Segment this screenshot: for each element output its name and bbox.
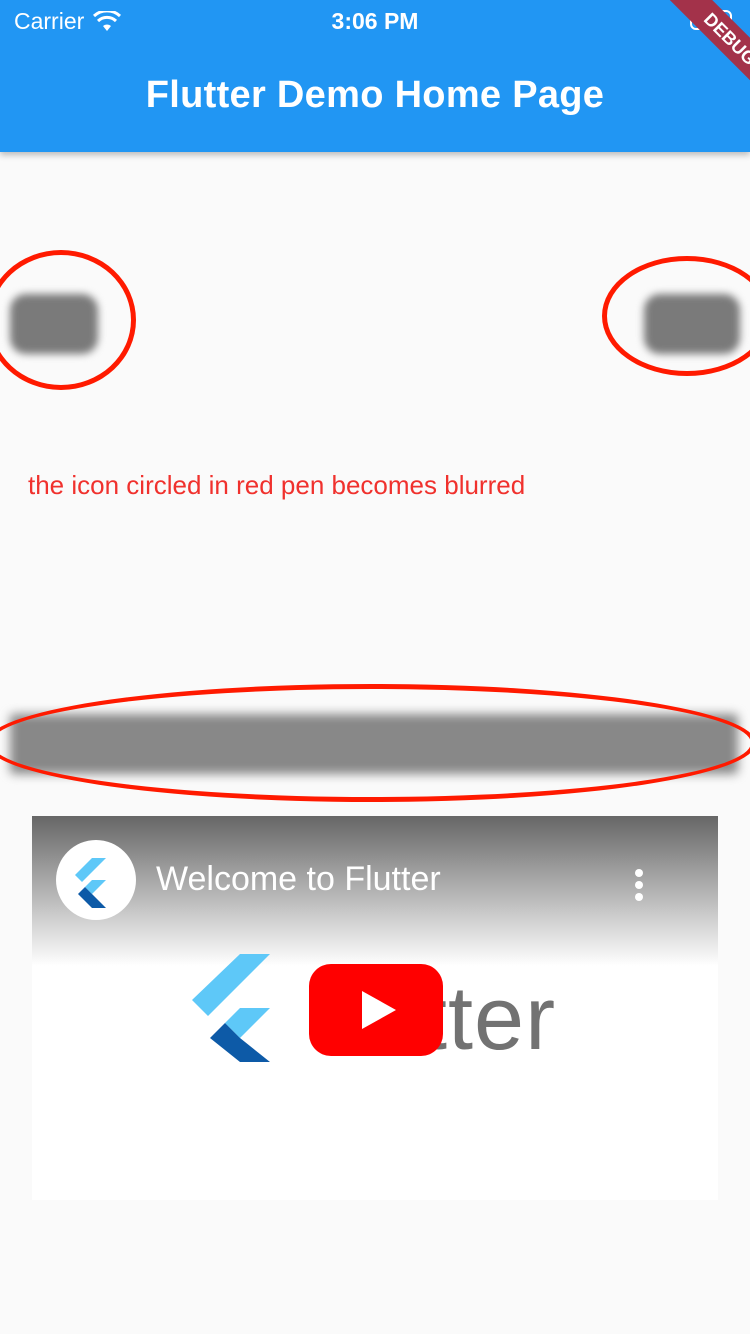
- channel-avatar[interactable]: [56, 840, 136, 920]
- status-time: 3:06 PM: [331, 8, 419, 34]
- youtube-play-icon: [362, 991, 396, 1029]
- annotation-circle-right: [602, 256, 750, 376]
- page-title: Flutter Demo Home Page: [145, 74, 605, 116]
- more-vert-icon[interactable]: [632, 868, 646, 902]
- flutter-logo-icon: [192, 954, 270, 1062]
- youtube-play-button[interactable]: [309, 964, 443, 1056]
- annotation-ellipse-bar: [0, 684, 750, 802]
- annotation-note: the icon circled in red pen becomes blur…: [28, 470, 526, 500]
- annotation-circle-left: [0, 250, 136, 390]
- video-player[interactable]: Welcome to Flutter tter: [32, 816, 718, 1200]
- video-title[interactable]: Welcome to Flutter: [156, 860, 441, 899]
- flutter-logo-icon: [75, 858, 106, 908]
- app-bar: Carrier 3:06 PM Flutter Demo Home Page: [0, 0, 750, 152]
